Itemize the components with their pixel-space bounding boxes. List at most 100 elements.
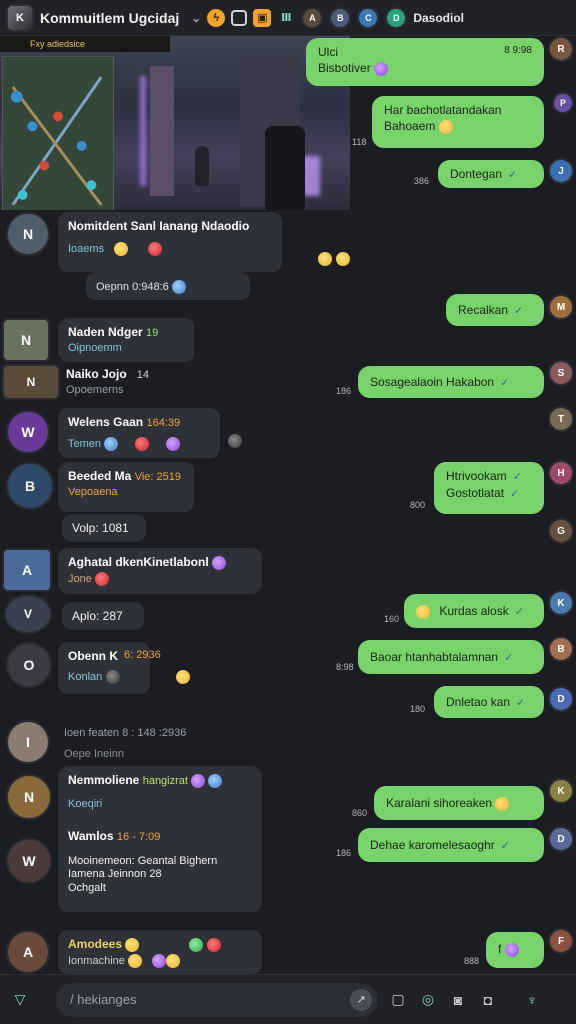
gamepad-icon[interactable]: ◘ [478,990,498,1010]
sender-avatar[interactable]: T [548,406,574,432]
read-check-icon: ✓ [500,840,510,852]
emoji-icon [125,937,140,952]
incoming-message[interactable]: Naiko Jojo 14 Opoemerns [66,366,206,398]
member-avatar-1[interactable]: A [301,6,324,29]
member-avatar-2[interactable]: B [329,6,352,29]
sender-avatar[interactable]: N [6,774,52,820]
sender-avatar[interactable]: J [548,158,574,184]
outgoing-message[interactable]: Dnletao kan ✓ [434,686,544,718]
sender-avatar[interactable]: W [6,838,52,884]
incoming-message[interactable]: Nomitdent Sanl Ianang Ndaodio Ioaems [58,212,282,272]
outgoing-message[interactable]: Ulci 8 9:98 Bisbotiver [306,38,544,86]
incoming-message[interactable]: Oepnn 0:948:6 [86,272,250,300]
incoming-message[interactable]: Amodees Ionmachine [58,930,262,974]
neon-light [140,76,146,186]
channel-title[interactable]: Kommuitlem Ugcidaj [40,10,179,26]
sender-name: Aghatal dkenKinetlabonl [68,555,209,569]
game-stream-view[interactable]: Fxy adiedsice [0,36,350,210]
outgoing-message[interactable]: Dehae karomelesaoghr ✓ [358,828,544,862]
enemy-character [195,146,209,186]
sender-avatar[interactable]: O [6,642,52,688]
message-text: Iamena Jeinnon 28 [68,868,162,881]
message-time: 888 [464,956,480,966]
outgoing-message[interactable]: Dontegan ✓ [438,160,544,188]
incoming-message[interactable]: Naden Ndger 19 Oipnoemm [58,318,194,362]
outgoing-message[interactable]: Baoar htanhabtalamnan ✓ [358,640,544,674]
message-time: 186 [336,386,352,396]
sender-avatar[interactable]: K [548,778,574,804]
bars-icon[interactable]: Ⅲ [277,9,295,27]
sender-avatar[interactable]: N [6,212,50,256]
sender-avatar[interactable]: B [6,462,54,510]
sender-avatar[interactable]: V [4,594,52,634]
sender-avatar[interactable]: A [2,548,52,592]
sender-avatar[interactable]: I [6,720,50,764]
message-text: Gostotlatat [446,485,505,500]
sender-avatar[interactable]: P [552,92,574,114]
outgoing-message[interactable]: Kurdas alosk ✓ [404,594,544,628]
sender-avatar[interactable]: G [548,518,574,544]
emoji-icon [176,669,190,684]
reaction-emojis[interactable] [176,668,190,684]
emoji-icon [105,670,120,685]
outgoing-message[interactable]: Recalkan ✓ [446,294,544,326]
incoming-message[interactable]: Aghatal dkenKinetlabonl Jone [58,548,262,594]
incoming-message[interactable]: Nemmoliene hangizrat Koeqiri Wamlos 16 -… [58,766,262,912]
sender-avatar[interactable]: M [548,294,574,320]
sender-avatar[interactable]: N [2,318,50,362]
reaction-emojis[interactable] [228,432,242,448]
read-check-icon: ✓ [508,169,518,181]
lightning-icon[interactable]: ϟ [207,8,226,27]
sender-avatar[interactable]: A [6,930,50,974]
message-text: Dehae karomelesaoghr [370,838,495,852]
game-minimap [2,56,114,210]
sender-avatar[interactable]: D [548,686,574,712]
sender-avatar[interactable]: F [548,928,574,954]
message-text: Ioaems [68,243,105,256]
outgoing-message[interactable]: f [486,932,544,968]
lock-icon[interactable]: ▣ [253,8,272,27]
window-icon[interactable] [231,9,248,26]
channel-avatar[interactable]: K [6,3,34,32]
incoming-message[interactable]: Aplo: 287 [62,602,144,630]
sender-avatar[interactable]: B [548,636,574,662]
outgoing-message[interactable]: Sosagealaoin Hakabon ✓ [358,366,544,398]
microphone-icon[interactable]: ♆ [522,990,542,1010]
member-avatar-4[interactable]: D [385,6,408,29]
send-icon[interactable]: ↗ [350,988,372,1011]
emoji-icon [135,436,150,451]
sender-avatar[interactable]: R [548,36,574,62]
sender-avatar[interactable]: K [548,590,574,616]
read-check-icon: ✓ [514,606,524,618]
incoming-message[interactable]: Beeded Ma Vie: 2519 Vepoaena [58,462,194,512]
chevron-down-icon[interactable]: ⌄ [191,11,201,25]
sender-badge: 19 [146,327,159,339]
sticker-icon[interactable]: ▢ [388,990,408,1010]
member-avatar-3[interactable]: C [357,6,380,29]
incoming-message[interactable]: Volp: 1081 [62,514,146,542]
emoji-icon [336,251,350,266]
emoji-icon [212,555,227,570]
filter-icon[interactable]: ▽ [10,990,30,1010]
outgoing-message[interactable]: Htrivookam ✓ Gostotlatat ✓ [434,462,544,514]
sender-avatar[interactable]: S [548,360,574,386]
sender-name: Nemmoliene [68,773,140,787]
outgoing-message[interactable]: Karalani sihoreaken [374,786,544,820]
incoming-message[interactable]: Ioen featen 8 : 148 :2936 Oepe Ineinn [64,726,264,762]
message-input[interactable]: / hekianges ↗ [56,982,378,1017]
emoji-icon [104,436,119,451]
read-check-icon: ✓ [512,471,522,483]
camera-icon[interactable]: ◙ [448,990,468,1010]
message-time: 386 [414,176,430,186]
incoming-message[interactable]: Welens Gaan 164:39 Temen [58,408,220,458]
sender-avatar[interactable]: N [2,364,60,400]
right-user-name[interactable]: Dasodiol [413,11,464,25]
message-time: 186 [336,848,352,858]
emoji-picker-icon[interactable]: ◎ [418,990,438,1010]
outgoing-message[interactable]: Har bachotlatandakan Bahoaem [372,96,544,148]
emoji-icon [172,279,187,294]
sender-avatar[interactable]: H [548,460,574,486]
sender-avatar[interactable]: W [6,410,50,454]
sender-avatar[interactable]: D [548,826,574,852]
reaction-emojis[interactable] [318,250,350,266]
